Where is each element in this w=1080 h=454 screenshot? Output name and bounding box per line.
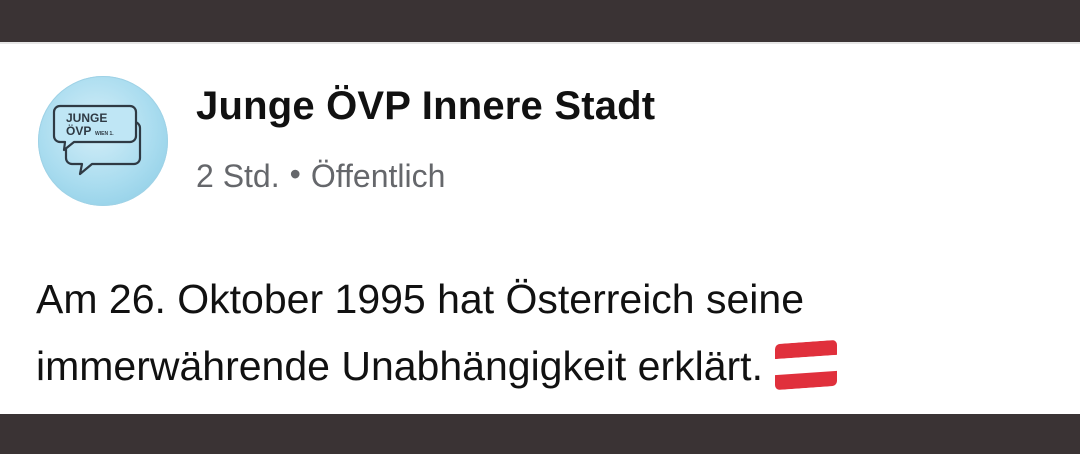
post-audience: Öffentlich <box>310 158 446 194</box>
page-name[interactable]: Junge ÖVP Innere Stadt <box>196 84 655 129</box>
post-text: Am 26. Oktober 1995 hat Österreich seine… <box>36 266 1076 400</box>
post-text-line-2-text: immerwährende Unabhängigkeit erklärt. <box>36 343 763 389</box>
post-time[interactable]: 2 Std. <box>196 158 280 194</box>
logo-text-ovp: ÖVP <box>66 123 91 138</box>
post-text-line-1: Am 26. Oktober 1995 hat Österreich seine <box>36 276 805 322</box>
post-meta: 2 Std. • Öffentlich <box>196 156 446 195</box>
austria-flag-icon <box>774 340 837 391</box>
logo-text-wien: WIEN 1. <box>95 131 114 137</box>
post-text-line-2: immerwährende Unabhängigkeit erklärt. <box>36 333 1076 400</box>
meta-separator: • <box>289 156 301 192</box>
page-avatar[interactable]: JUNGE ÖVP WIEN 1. <box>38 76 168 206</box>
bottom-frame-bar <box>0 414 1080 454</box>
facebook-post-card: JUNGE ÖVP WIEN 1. Junge ÖVP Innere Stadt… <box>0 42 1080 414</box>
speech-bubble-logo-icon: JUNGE ÖVP WIEN 1. <box>52 104 142 176</box>
top-frame-bar <box>0 0 1080 42</box>
logo-text-junge: JUNGE <box>66 111 107 125</box>
